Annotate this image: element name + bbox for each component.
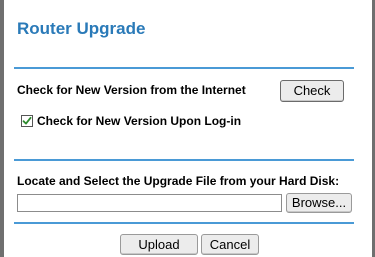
login-check-checkbox[interactable] [21,115,33,127]
section-divider-middle [14,159,354,161]
login-check-row: Check for New Version Upon Log-in [21,114,241,128]
section-divider-top [14,67,354,69]
upgrade-file-label: Locate and Select the Upgrade File from … [17,174,340,188]
upload-button[interactable]: Upload [120,234,198,255]
cancel-button[interactable]: Cancel [201,234,259,255]
page-title: Router Upgrade [17,19,146,38]
login-check-label: Check for New Version Upon Log-in [37,114,242,128]
checkmark-icon [22,116,32,125]
online-check-label: Check for New Version from the Internet [17,83,246,97]
window-frame-left [0,0,4,257]
browse-button[interactable]: Browse... [286,193,352,213]
section-divider-bottom [14,222,354,224]
check-button[interactable]: Check [280,80,344,102]
upgrade-file-input[interactable] [17,194,282,212]
